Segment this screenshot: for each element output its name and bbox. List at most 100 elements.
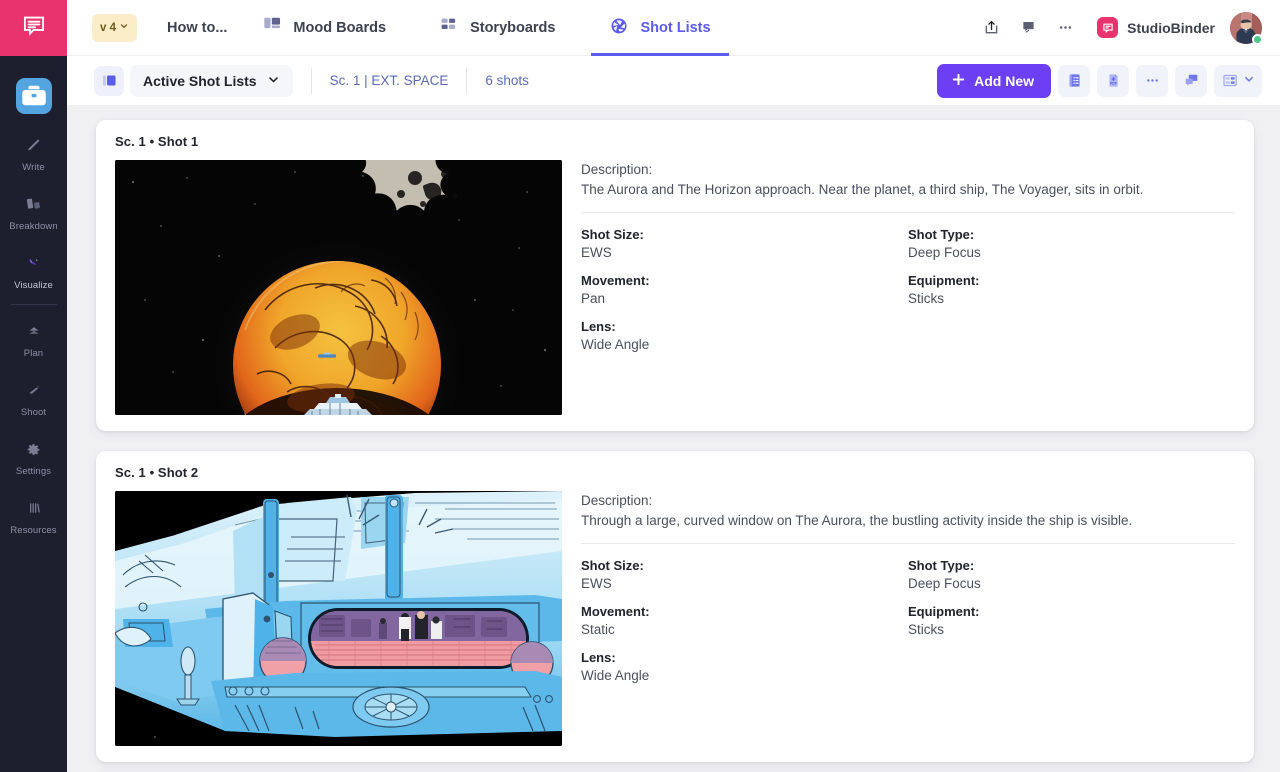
shot-count: 6 shots: [485, 73, 529, 88]
field-lens: Lens: Wide Angle: [581, 650, 908, 683]
equipment-label: Equipment:: [908, 273, 980, 289]
sidebar-item-breakdown[interactable]: Breakdown: [0, 180, 67, 239]
mood-boards-icon: [263, 16, 282, 39]
field-shot-type: Shot Type: Deep Focus: [908, 558, 1235, 591]
active-shot-list-dropdown[interactable]: Active Shot Lists: [130, 64, 293, 97]
sidebar-item-plan[interactable]: Plan: [0, 307, 67, 366]
comment-icon[interactable]: [1175, 64, 1207, 97]
active-shot-list-label: Active Shot Lists: [143, 72, 257, 89]
scene-label[interactable]: Sc. 1 | EXT. SPACE: [330, 73, 449, 88]
plus-icon: [951, 72, 966, 90]
movement-label: Movement:: [581, 273, 650, 289]
version-label: v 4: [100, 21, 116, 34]
tab-label-storyboards: Storyboards: [470, 19, 556, 36]
description-label: Description:: [581, 493, 653, 508]
toolbar-divider: [466, 67, 468, 94]
tab-shot-lists[interactable]: Shot Lists: [591, 0, 729, 56]
lens-value[interactable]: Wide Angle: [581, 668, 908, 683]
lens-label: Lens:: [581, 650, 616, 666]
sidebar-label-resources: Resources: [10, 525, 57, 536]
version-selector[interactable]: v 4: [92, 13, 137, 42]
shot-list-content[interactable]: Sc. 1 • Shot 1 Description: The Aurora a…: [67, 106, 1280, 772]
project-title[interactable]: How to...: [167, 20, 227, 36]
tab-label-mood-boards: Mood Boards: [293, 19, 387, 36]
description-text: The Aurora and The Horizon approach. Nea…: [581, 182, 1144, 197]
shot-thumbnail-planet[interactable]: [115, 160, 562, 415]
shapes-icon: [23, 252, 44, 274]
shot-type-value[interactable]: Deep Focus: [908, 245, 1235, 260]
speech-bubble-logo-icon: [21, 13, 47, 44]
shot-thumbnail-ship-window[interactable]: [115, 491, 562, 746]
equipment-value[interactable]: Sticks: [908, 291, 1235, 306]
brand-chip[interactable]: StudioBinder: [1097, 17, 1215, 38]
field-shot-size: Shot Size: EWS: [581, 227, 908, 260]
meta-divider: [581, 212, 1235, 214]
lens-value[interactable]: Wide Angle: [581, 337, 908, 352]
shot-size-label: Shot Size:: [581, 558, 644, 574]
tab-storyboards[interactable]: Storyboards: [422, 0, 573, 56]
rail-divider: [10, 304, 57, 305]
sidebar-item-settings[interactable]: Settings: [0, 425, 67, 484]
chevron-down-icon: [119, 21, 129, 34]
briefcase-icon: [15, 78, 52, 114]
add-new-label: Add New: [974, 72, 1034, 89]
shot-type-label: Shot Type:: [908, 227, 975, 243]
aperture-icon: [609, 16, 629, 40]
tab-label-shot-lists: Shot Lists: [640, 19, 711, 36]
add-new-button[interactable]: Add New: [937, 63, 1051, 98]
shot-type-value[interactable]: Deep Focus: [908, 576, 1235, 591]
sidebar-item-shoot[interactable]: Shoot: [0, 366, 67, 425]
panel-layout-icon[interactable]: [94, 65, 124, 96]
shot-card[interactable]: Sc. 1 • Shot 1 Description: The Aurora a…: [96, 120, 1254, 431]
status-badge-online: [1252, 33, 1263, 45]
movement-value[interactable]: Pan: [581, 291, 908, 306]
view-layout-dropdown[interactable]: [1214, 64, 1262, 97]
tab-mood-boards[interactable]: Mood Boards: [245, 0, 404, 56]
field-movement: Movement: Static: [581, 604, 908, 637]
sidebar-label-write: Write: [22, 162, 45, 173]
field-empty: [908, 319, 1235, 352]
more-options-icon[interactable]: [1048, 11, 1082, 45]
field-shot-size: Shot Size: EWS: [581, 558, 908, 591]
gear-icon: [24, 438, 43, 460]
notebook-icon[interactable]: [1058, 64, 1090, 97]
sidebar-item-resources[interactable]: Resources: [0, 484, 67, 543]
chevron-down-icon: [1243, 72, 1255, 90]
movement-value[interactable]: Static: [581, 622, 908, 637]
share-icon[interactable]: [974, 11, 1008, 45]
sidebar-label-plan: Plan: [23, 348, 44, 359]
sidebar-label-breakdown: Breakdown: [9, 221, 58, 232]
clapper-icon: [24, 379, 44, 401]
toolbar-actions: Add New PDF: [937, 63, 1280, 98]
field-equipment: Equipment: Sticks: [908, 604, 1235, 637]
more-options-icon[interactable]: [1136, 64, 1168, 97]
nav-actions: StudioBinder: [974, 11, 1280, 45]
avatar[interactable]: [1230, 11, 1263, 45]
sidebar-item-write[interactable]: Write: [0, 121, 67, 180]
pen-icon: [24, 134, 44, 156]
field-movement: Movement: Pan: [581, 273, 908, 306]
equipment-value[interactable]: Sticks: [908, 622, 1235, 637]
description-label: Description:: [581, 162, 653, 177]
description-text: Through a large, curved window on The Au…: [581, 513, 1133, 528]
shot-card[interactable]: Sc. 1 • Shot 2 Description: Through a la…: [96, 451, 1254, 762]
sidebar-item-project[interactable]: [0, 56, 67, 121]
app-logo[interactable]: [0, 0, 67, 56]
brand-name: StudioBinder: [1127, 19, 1215, 36]
comment-check-icon[interactable]: [1011, 11, 1045, 45]
sidebar-label-settings: Settings: [15, 466, 52, 477]
toolbar-divider: [310, 67, 312, 94]
triangle-icon: [24, 320, 44, 342]
sidebar-label-shoot: Shoot: [20, 407, 47, 418]
pdf-export-icon[interactable]: PDF: [1097, 64, 1129, 97]
shot-size-value[interactable]: EWS: [581, 576, 908, 591]
sidebar-item-visualize[interactable]: Visualize: [0, 239, 67, 298]
chevron-down-icon: [267, 73, 280, 89]
meta-divider: [581, 543, 1235, 545]
shot-size-value[interactable]: EWS: [581, 245, 908, 260]
sidebar-label-visualize: Visualize: [14, 280, 53, 291]
left-rail: Write Breakdown Visualize Plan Shoot Set…: [0, 0, 67, 772]
shot-size-label: Shot Size:: [581, 227, 644, 243]
movement-label: Movement:: [581, 604, 650, 620]
blocks-icon: [23, 193, 44, 215]
